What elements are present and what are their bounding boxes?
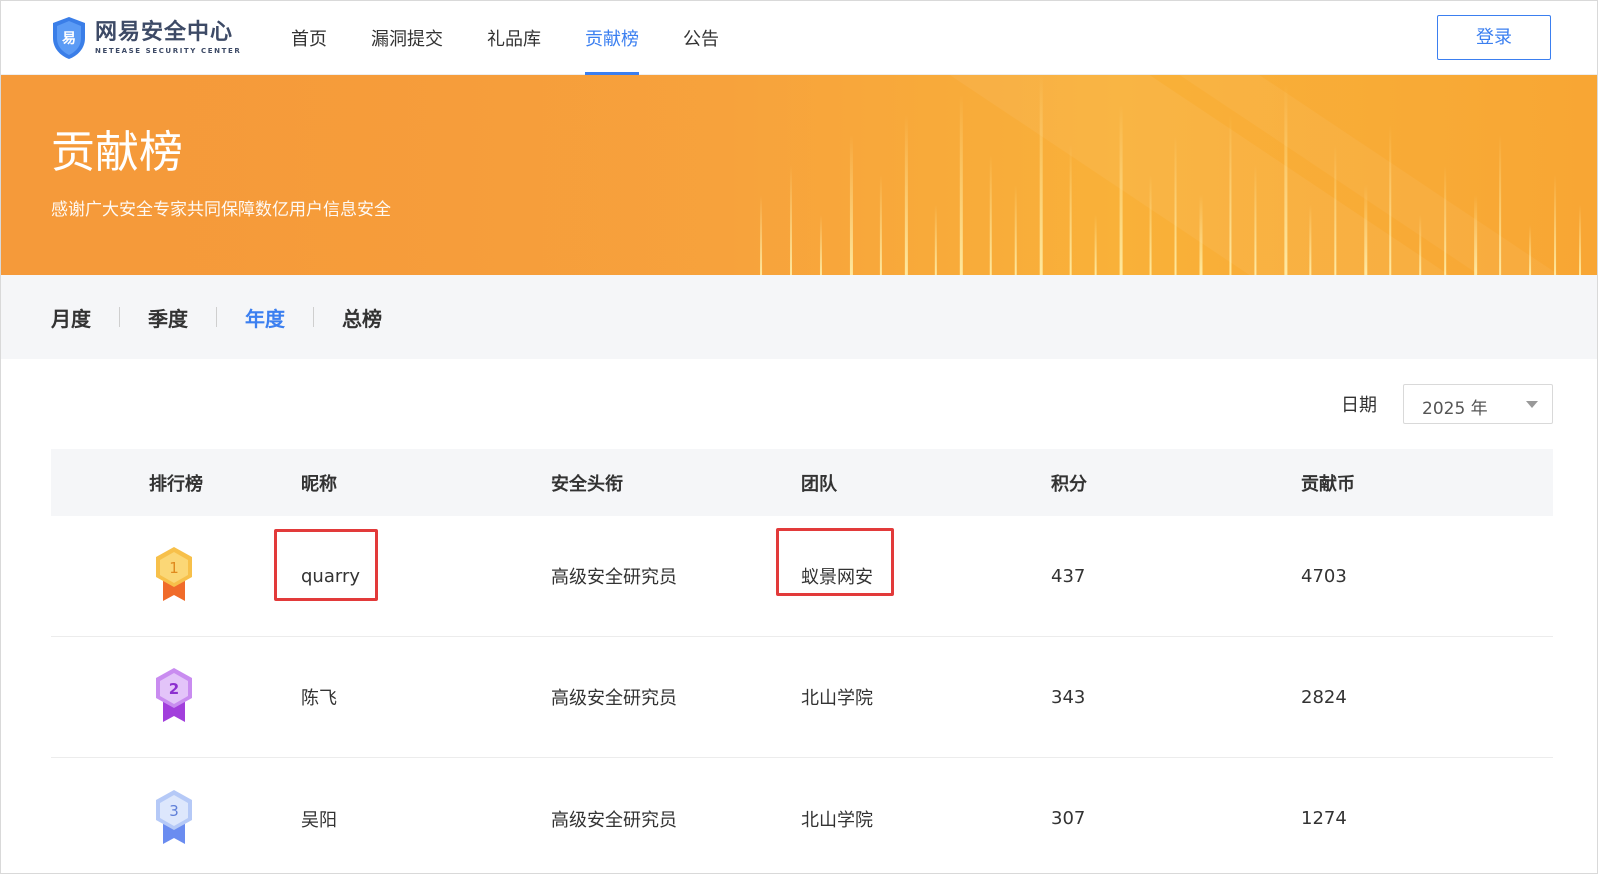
score: 343 xyxy=(1051,686,1086,708)
team-name: 北山学院 xyxy=(801,809,873,831)
svg-text:易: 易 xyxy=(62,31,76,47)
nav-leaderboard[interactable]: 贡献榜 xyxy=(585,1,639,75)
column-header-coins: 贡献币 xyxy=(1301,473,1355,495)
main-nav: 首页 漏洞提交 礼品库 贡献榜 公告 xyxy=(291,1,763,75)
table-row: 2 陈飞 高级安全研究员 北山学院 343 2824 xyxy=(51,637,1553,758)
table-header: 排行榜 昵称 安全头衔 团队 积分 贡献币 xyxy=(51,449,1553,516)
hero-banner: 贡献榜 感谢广大安全专家共同保障数亿用户信息安全 xyxy=(1,75,1597,275)
chevron-down-icon xyxy=(1526,401,1538,408)
page-title: 贡献榜 xyxy=(51,127,183,178)
shield-logo-icon: 易 xyxy=(53,17,85,59)
site-logo[interactable]: 易 网易安全中心 NETEASE SECURITY CENTER xyxy=(51,15,241,61)
tab-divider xyxy=(119,307,120,327)
tab-monthly[interactable]: 月度 xyxy=(51,303,91,332)
nav-announcements[interactable]: 公告 xyxy=(683,1,719,75)
table-row: 3 吴阳 高级安全研究员 北山学院 307 1274 xyxy=(51,758,1553,873)
logo-subtitle: NETEASE SECURITY CENTER xyxy=(95,47,242,55)
nav-home[interactable]: 首页 xyxy=(291,1,327,75)
nickname[interactable]: quarry xyxy=(301,566,360,587)
period-tabs: 月度 季度 年度 总榜 xyxy=(1,275,1597,359)
login-button[interactable]: 登录 xyxy=(1437,15,1551,60)
nav-gift-store[interactable]: 礼品库 xyxy=(487,1,541,75)
contribution-coins: 4703 xyxy=(1301,565,1347,587)
logo-title: 网易安全中心 xyxy=(95,20,234,45)
team-name: 北山学院 xyxy=(801,688,873,709)
contribution-coins: 2824 xyxy=(1301,686,1347,708)
tab-quarterly[interactable]: 季度 xyxy=(148,303,188,332)
team-name: 蚁景网安 xyxy=(801,567,873,588)
purple-medal-icon: 2 xyxy=(156,668,192,722)
column-header-title: 安全头衔 xyxy=(551,473,623,495)
table-row: 1 quarry 高级安全研究员 蚁景网安 437 4703 xyxy=(51,516,1553,637)
nickname[interactable]: 陈飞 xyxy=(301,688,337,709)
score: 437 xyxy=(1051,565,1086,587)
contribution-coins: 1274 xyxy=(1301,808,1347,829)
column-header-score: 积分 xyxy=(1051,473,1087,495)
tab-divider xyxy=(216,307,217,327)
medal-rank-number: 3 xyxy=(169,802,179,820)
gold-medal-icon: 1 xyxy=(156,547,192,601)
column-header-team: 团队 xyxy=(801,473,837,495)
date-filter-label: 日期 xyxy=(1341,395,1377,416)
security-title: 高级安全研究员 xyxy=(551,688,677,709)
tab-divider xyxy=(313,307,314,327)
date-select-value: 2025 年 xyxy=(1422,399,1488,419)
blue-medal-icon: 3 xyxy=(156,789,192,844)
page-subtitle: 感谢广大安全专家共同保障数亿用户信息安全 xyxy=(51,200,391,220)
top-header: 易 网易安全中心 NETEASE SECURITY CENTER 首页 漏洞提交… xyxy=(1,1,1597,75)
tab-overall[interactable]: 总榜 xyxy=(342,303,382,332)
score: 307 xyxy=(1051,808,1086,829)
date-select[interactable]: 2025 年 xyxy=(1403,384,1553,424)
page-frame: 易 网易安全中心 NETEASE SECURITY CENTER 首页 漏洞提交… xyxy=(0,0,1598,874)
column-header-rank: 排行榜 xyxy=(149,473,203,495)
nav-submit-vuln[interactable]: 漏洞提交 xyxy=(371,1,443,75)
nickname[interactable]: 吴阳 xyxy=(301,810,337,831)
banner-light-streaks xyxy=(1,75,1597,275)
security-title: 高级安全研究员 xyxy=(551,809,677,831)
tab-yearly[interactable]: 年度 xyxy=(245,303,285,332)
security-title: 高级安全研究员 xyxy=(551,567,677,588)
medal-rank-number: 2 xyxy=(169,680,179,698)
medal-rank-number: 1 xyxy=(169,559,179,577)
column-header-nickname: 昵称 xyxy=(301,473,337,495)
leaderboard-table: 排行榜 昵称 安全头衔 团队 积分 贡献币 1 quarry 高级安全研究员 蚁… xyxy=(51,449,1553,873)
